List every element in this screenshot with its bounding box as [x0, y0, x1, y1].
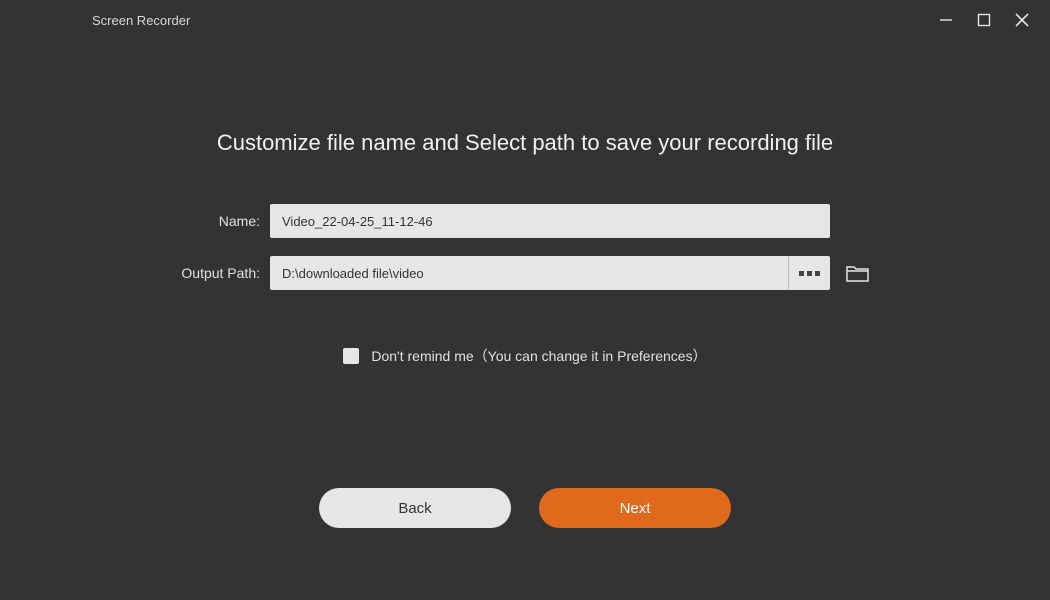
name-label: Name:	[160, 213, 260, 229]
window-controls	[936, 10, 1038, 30]
dont-remind-checkbox[interactable]	[343, 348, 359, 364]
path-input-group	[270, 256, 872, 290]
titlebar: Screen Recorder	[0, 0, 1050, 40]
page-heading: Customize file name and Select path to s…	[0, 130, 1050, 156]
ellipsis-icon	[815, 271, 820, 276]
folder-icon	[846, 263, 870, 283]
maximize-button[interactable]	[974, 10, 994, 30]
maximize-icon	[977, 13, 991, 27]
form-area: Name: Output Path:	[0, 204, 1050, 290]
close-button[interactable]	[1012, 10, 1032, 30]
back-button[interactable]: Back	[319, 488, 511, 528]
minimize-button[interactable]	[936, 10, 956, 30]
name-input[interactable]	[270, 204, 830, 238]
window-title: Screen Recorder	[92, 13, 190, 28]
dont-remind-row: Don't remind me（You can change it in Pre…	[0, 346, 1050, 366]
output-path-label: Output Path:	[160, 265, 260, 281]
minimize-icon	[938, 12, 954, 28]
ellipsis-icon	[799, 271, 804, 276]
dont-remind-label: Don't remind me（You can change it in Pre…	[371, 346, 706, 366]
next-button[interactable]: Next	[539, 488, 731, 528]
output-path-row: Output Path:	[0, 256, 1050, 290]
output-path-input[interactable]	[270, 256, 788, 290]
name-row: Name:	[0, 204, 1050, 238]
open-folder-button[interactable]	[844, 261, 872, 285]
browse-more-button[interactable]	[788, 256, 830, 290]
ellipsis-icon	[807, 271, 812, 276]
close-icon	[1014, 12, 1030, 28]
button-row: Back Next	[0, 488, 1050, 528]
